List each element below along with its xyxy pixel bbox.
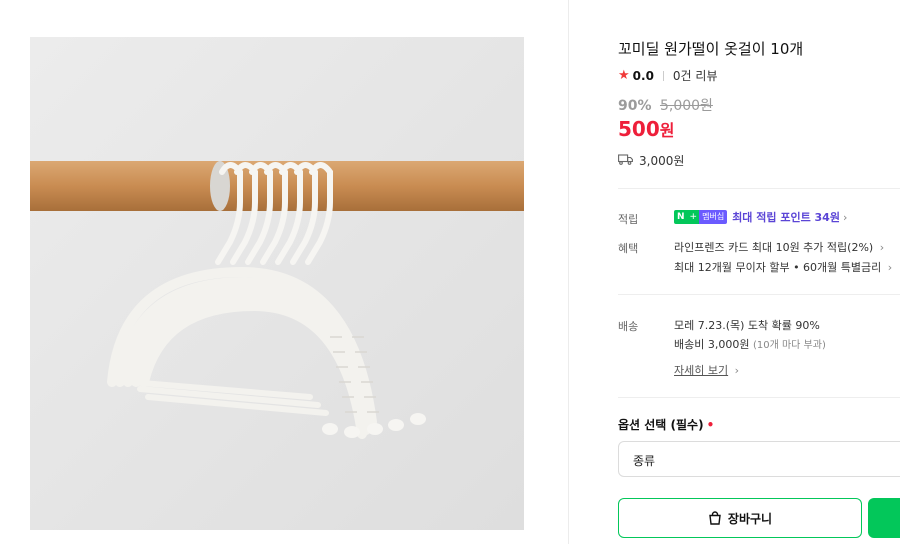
review-count-link[interactable]: 0건 리뷰: [673, 67, 718, 84]
rating-separator: [662, 70, 664, 81]
discount-row: 90% 5,000원: [618, 95, 713, 115]
delivery-details-link[interactable]: 자세히 보기 ›: [674, 362, 739, 378]
sale-price-unit: 원: [659, 121, 675, 140]
details-link-text: 자세히 보기: [674, 364, 729, 377]
discount-rate: 90%: [618, 98, 652, 114]
max-points-text: 최대 적립 포인트 34원: [732, 211, 840, 224]
option-select-label: 종류: [633, 454, 656, 468]
naver-membership-badge: N + 멤버십: [674, 210, 728, 224]
installment-text: 최대 12개월 무이자 할부 • 60개월 특별금리: [674, 261, 882, 274]
option-title-text: 옵션 선택 (필수): [618, 418, 704, 432]
rating-value: 0.0: [632, 68, 654, 83]
chevron-right-icon: ›: [734, 364, 740, 377]
rating-row: ★ 0.0 0건 리뷰: [618, 67, 718, 84]
delivery-fee-note: (10개 마다 부과): [752, 340, 826, 351]
add-to-cart-button[interactable]: 장바구니: [618, 498, 862, 538]
points-info[interactable]: N + 멤버십 최대 적립 포인트 34원 ›: [674, 209, 847, 225]
badge-member: 멤버십: [699, 210, 728, 224]
shopping-bag-icon: [709, 511, 721, 525]
divider-3: [618, 397, 900, 398]
original-price: 5,000원: [659, 98, 713, 114]
card-benefit-text: 라인프렌즈 카드 최대 10원 추가 적립(2%): [674, 241, 874, 254]
cart-label: 장바구니: [727, 511, 773, 526]
product-image-area: [0, 0, 568, 544]
option-title: 옵션 선택 (필수) •: [618, 416, 714, 433]
hangers-illustration: [30, 37, 524, 530]
shipping-row: 3,000원: [618, 152, 684, 169]
installment-link[interactable]: 최대 12개월 무이자 할부 • 60개월 특별금리 ›: [674, 259, 892, 275]
required-mark: •: [706, 418, 715, 432]
delivery-fee-row: 배송비 3,000원 (10개 마다 부과): [674, 336, 826, 352]
delivery-label: 배송: [618, 320, 639, 333]
buy-now-button[interactable]: [868, 498, 900, 538]
badge-plus: +: [687, 210, 700, 224]
chevron-right-icon: ›: [879, 241, 885, 254]
badge-n: N: [674, 210, 688, 224]
shipping-fee: 3,000원: [639, 154, 685, 168]
truck-icon: [618, 153, 633, 168]
points-label: 적립: [618, 213, 639, 226]
star-icon: ★: [618, 68, 630, 83]
product-photo[interactable]: [30, 37, 524, 530]
delivery-fee: 배송비 3,000원: [674, 338, 750, 351]
divider-1: [618, 188, 900, 189]
option-select-type[interactable]: 종류: [618, 441, 900, 477]
sale-price: 500원: [618, 117, 674, 141]
product-info-panel: 꼬미딜 원가떨이 옷걸이 10개 ★ 0.0 0건 리뷰 90% 5,000원 …: [569, 0, 900, 544]
arrival-estimate: 모레 7.23.(목) 도착 확률 90%: [674, 319, 820, 332]
benefit-label: 혜택: [618, 242, 639, 255]
chevron-right-icon: ›: [842, 210, 848, 224]
product-title: 꼬미딜 원가떨이 옷걸이 10개: [618, 40, 804, 58]
divider-2: [618, 294, 900, 295]
chevron-right-icon: ›: [887, 261, 893, 274]
card-benefit-link[interactable]: 라인프렌즈 카드 최대 10원 추가 적립(2%) ›: [674, 239, 884, 255]
sale-price-number: 500: [618, 117, 660, 141]
